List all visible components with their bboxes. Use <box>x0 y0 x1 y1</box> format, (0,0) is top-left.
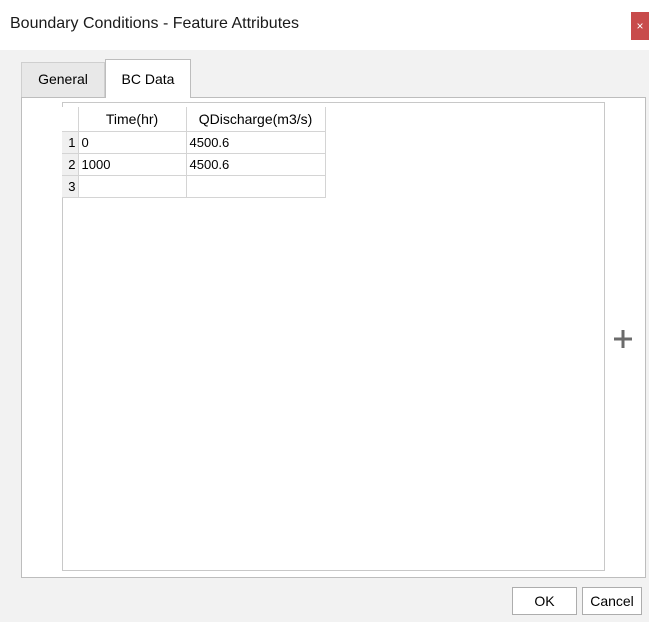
time-cell[interactable] <box>78 175 187 198</box>
column-header-qdischarge[interactable]: QDischarge(m3/s) <box>186 107 326 132</box>
time-cell[interactable]: 0 <box>78 131 187 154</box>
close-button[interactable]: × <box>631 12 649 40</box>
row-number[interactable]: 1 <box>62 131 79 154</box>
time-cell[interactable]: 1000 <box>78 153 187 176</box>
add-row-button[interactable] <box>611 327 635 351</box>
table-corner-cell[interactable] <box>62 107 79 132</box>
title-bar: Boundary Conditions - Feature Attributes… <box>0 0 649 50</box>
table-row: 1 0 4500.6 <box>62 131 326 154</box>
feature-attributes-dialog: Boundary Conditions - Feature Attributes… <box>0 0 649 622</box>
tab-bc-data-label: BC Data <box>121 71 175 87</box>
close-icon: × <box>636 19 644 33</box>
cancel-button[interactable]: Cancel <box>582 587 642 615</box>
qdischarge-cell[interactable]: 4500.6 <box>186 153 326 176</box>
tab-general-label: General <box>38 71 88 87</box>
table-header-row: Time(hr) QDischarge(m3/s) <box>62 107 326 132</box>
plus-icon <box>614 330 632 348</box>
qdischarge-cell[interactable] <box>186 175 326 198</box>
table-row: 3 <box>62 175 326 198</box>
table-row: 2 1000 4500.6 <box>62 153 326 176</box>
row-number[interactable]: 3 <box>62 175 79 198</box>
row-number[interactable]: 2 <box>62 153 79 176</box>
qdischarge-cell[interactable]: 4500.6 <box>186 131 326 154</box>
ok-button[interactable]: OK <box>512 587 577 615</box>
tab-general[interactable]: General <box>21 62 105 97</box>
column-header-time[interactable]: Time(hr) <box>78 107 187 132</box>
bc-data-table: Time(hr) QDischarge(m3/s) 1 0 4500.6 2 1… <box>62 107 326 198</box>
dialog-title: Boundary Conditions - Feature Attributes <box>10 15 300 32</box>
tab-bc-data[interactable]: BC Data <box>105 59 191 98</box>
